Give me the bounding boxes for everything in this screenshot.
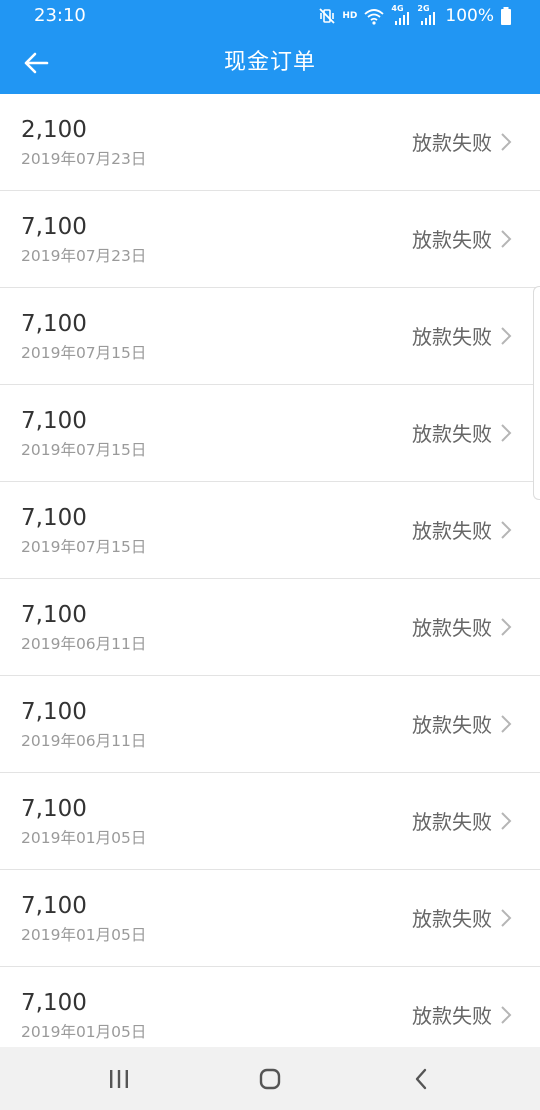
status-icons: HD 4G 2G 100% [318,4,512,28]
back-button[interactable] [14,41,58,85]
recent-apps-button[interactable] [99,1059,139,1099]
order-status: 放款失败 [412,907,492,931]
order-status: 放款失败 [412,422,492,446]
chevron-right-icon [501,909,512,927]
order-amount: 7,100 [21,893,87,919]
status-time: 23:10 [34,5,86,26]
chevron-right-icon [501,133,512,151]
order-date: 2019年01月05日 [21,926,147,944]
order-status: 放款失败 [412,131,492,155]
signal-2g-icon: 2G [417,4,437,26]
chevron-right-icon [501,1006,512,1024]
order-row[interactable]: 7,100 2019年07月23日 放款失败 [0,191,540,288]
order-date: 2019年07月15日 [21,538,147,556]
back-icon [415,1068,427,1090]
recent-apps-icon [110,1070,128,1088]
status-bar: 23:10 HD 4G 2G 100% [0,0,540,32]
chevron-right-icon [501,521,512,539]
order-amount: 7,100 [21,699,87,725]
chevron-right-icon [501,812,512,830]
order-row[interactable]: 7,100 2019年07月15日 放款失败 [0,482,540,579]
battery-icon [501,7,511,25]
order-row[interactable]: 2,100 2019年07月23日 放款失败 [0,94,540,191]
order-status: 放款失败 [412,713,492,737]
order-date: 2019年07月15日 [21,441,147,459]
nav-back-button[interactable] [401,1059,441,1099]
order-amount: 7,100 [21,408,87,434]
hd-label: HD [342,11,358,21]
home-button[interactable] [250,1059,290,1099]
order-row[interactable]: 7,100 2019年06月11日 放款失败 [0,579,540,676]
chevron-right-icon [501,424,512,442]
order-amount: 7,100 [21,796,87,822]
mute-vibrate-icon [319,8,336,24]
order-row[interactable]: 7,100 2019年01月05日 放款失败 [0,967,540,1047]
order-status: 放款失败 [412,1004,492,1028]
edge-panel-handle[interactable] [533,286,540,500]
order-status: 放款失败 [412,519,492,543]
wifi-icon [364,9,384,25]
page-title: 现金订单 [223,50,316,75]
home-icon [259,1068,281,1090]
arrow-left-icon [24,52,49,74]
order-date: 2019年06月11日 [21,635,147,653]
order-row[interactable]: 7,100 2019年01月05日 放款失败 [0,773,540,870]
chevron-right-icon [501,715,512,733]
navigation-bar [0,1047,540,1110]
order-amount: 7,100 [21,602,87,628]
order-row[interactable]: 7,100 2019年06月11日 放款失败 [0,676,540,773]
battery-percent: 100% [445,6,494,26]
order-amount: 7,100 [21,311,87,337]
order-amount: 7,100 [21,990,87,1016]
app-bar: 现金订单 [0,32,540,94]
order-date: 2019年07月23日 [21,150,147,168]
order-amount: 7,100 [21,214,87,240]
order-row[interactable]: 7,100 2019年07月15日 放款失败 [0,385,540,482]
order-date: 2019年01月05日 [21,1023,147,1041]
order-row[interactable]: 7,100 2019年07月15日 放款失败 [0,288,540,385]
order-date: 2019年07月15日 [21,344,147,362]
order-status: 放款失败 [412,810,492,834]
order-list[interactable]: 2,100 2019年07月23日 放款失败 7,100 2019年07月23日… [0,94,540,1047]
order-status: 放款失败 [412,325,492,349]
order-amount: 2,100 [21,117,87,143]
order-status: 放款失败 [412,228,492,252]
order-date: 2019年07月23日 [21,247,147,265]
chevron-right-icon [501,230,512,248]
chevron-right-icon [501,618,512,636]
chevron-right-icon [501,327,512,345]
signal-4g-icon: 4G [391,4,411,26]
order-date: 2019年01月05日 [21,829,147,847]
order-amount: 7,100 [21,505,87,531]
order-status: 放款失败 [412,616,492,640]
order-row[interactable]: 7,100 2019年01月05日 放款失败 [0,870,540,967]
order-date: 2019年06月11日 [21,732,147,750]
